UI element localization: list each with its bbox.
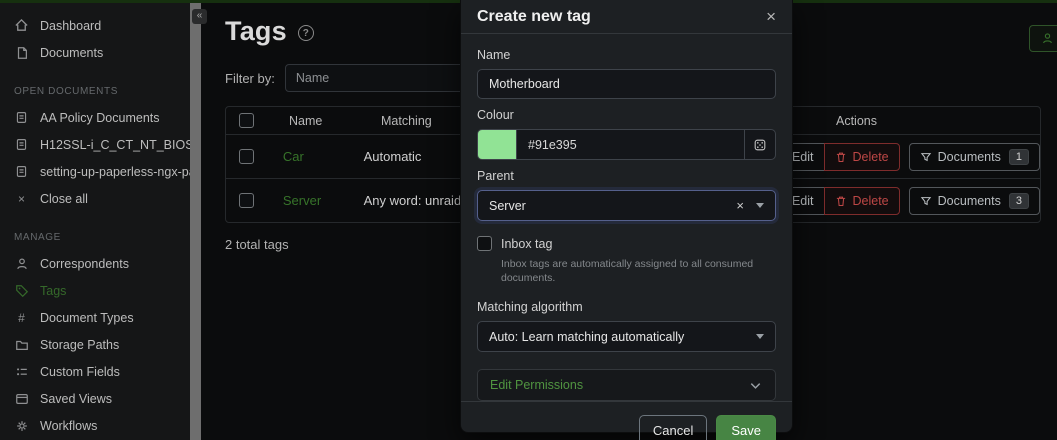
inbox-tag-hint: Inbox tags are automatically assigned to…: [501, 257, 776, 285]
close-all-label: Close all: [40, 192, 88, 206]
clear-icon[interactable]: ×: [736, 198, 744, 213]
matching-algorithm-select[interactable]: Auto: Learn matching automatically: [477, 321, 776, 352]
gear-icon: [14, 418, 29, 433]
colour-hex-input[interactable]: [516, 129, 745, 160]
sidebar-section-manage: MANAGE: [0, 232, 190, 243]
random-colour-dice-icon[interactable]: [745, 129, 776, 160]
colour-label: Colour: [477, 108, 776, 122]
sidebar-item-custom-fields[interactable]: Custom Fields: [0, 358, 190, 385]
inbox-tag-checkbox[interactable]: [477, 236, 492, 251]
list-dots-icon: [14, 364, 29, 379]
edit-permissions-label: Edit Permissions: [490, 378, 583, 392]
document-count-badge: 3: [1009, 193, 1029, 209]
sidebar-open-doc-1[interactable]: AA Policy Documents: [0, 104, 190, 131]
parent-select[interactable]: Server ×: [477, 190, 776, 221]
save-button[interactable]: Save: [716, 415, 776, 440]
cancel-button[interactable]: Cancel: [639, 415, 707, 440]
tag-name-link[interactable]: Car: [283, 149, 304, 164]
chevron-down-icon: [756, 203, 764, 208]
close-icon[interactable]: ×: [766, 8, 776, 25]
sidebar-item-documents[interactable]: Documents: [0, 39, 190, 66]
document-text-icon: [14, 164, 29, 179]
parent-label: Parent: [477, 169, 776, 183]
home-icon: [14, 18, 29, 33]
sidebar-item-label: Dashboard: [40, 19, 101, 33]
column-header-actions: Actions: [836, 114, 1040, 128]
sidebar-section-open-documents: OPEN DOCUMENTS: [0, 86, 190, 97]
window-icon: [14, 391, 29, 406]
tag-name-input[interactable]: [477, 69, 776, 99]
sidebar-item-document-types[interactable]: # Document Types: [0, 304, 190, 331]
inbox-tag-label: Inbox tag: [501, 237, 552, 251]
sidebar-open-doc-2[interactable]: H12SSL-i_C_CT_NT_BIOS_3.3_rele...: [0, 131, 190, 158]
delete-button[interactable]: Delete: [824, 143, 900, 171]
sidebar-item-storage-paths[interactable]: Storage Paths: [0, 331, 190, 358]
file-icon: [14, 45, 29, 60]
colour-swatch: [477, 129, 516, 160]
open-doc-label: setting-up-paperless-ngx-part-one: [40, 165, 190, 179]
sidebar-item-label: Storage Paths: [40, 338, 119, 352]
sidebar-item-correspondents[interactable]: Correspondents: [0, 250, 190, 277]
modal-title: Create new tag: [477, 8, 591, 26]
sidebar-item-dashboard[interactable]: Dashboard: [0, 12, 190, 39]
help-icon[interactable]: ?: [298, 25, 314, 41]
sidebar-item-saved-views[interactable]: Saved Views: [0, 385, 190, 412]
modal-footer: Cancel Save: [461, 401, 792, 440]
document-count-badge: 1: [1009, 149, 1029, 165]
column-header-name: Name: [289, 114, 381, 128]
folder-icon: [14, 337, 29, 352]
sidebar-item-label: Custom Fields: [40, 365, 120, 379]
sidebar-collapse-button[interactable]: «: [192, 9, 207, 24]
open-doc-label: H12SSL-i_C_CT_NT_BIOS_3.3_rele...: [40, 138, 190, 152]
create-tag-modal: Create new tag × Name Colour Parent Serv…: [460, 0, 793, 433]
sidebar: Dashboard Documents OPEN DOCUMENTS AA Po…: [0, 3, 190, 440]
person-icon: [14, 256, 29, 271]
sidebar-item-workflows[interactable]: Workflows: [0, 412, 190, 439]
matching-algorithm-label: Matching algorithm: [477, 300, 776, 314]
select-all-checkbox[interactable]: [239, 113, 254, 128]
tag-name-link[interactable]: Server: [283, 193, 321, 208]
delete-button[interactable]: Delete: [824, 187, 900, 215]
modal-header: Create new tag ×: [461, 0, 792, 34]
filter-label: Filter by:: [225, 71, 275, 86]
sidebar-item-label: Saved Views: [40, 392, 112, 406]
funnel-icon: [920, 195, 932, 207]
close-icon: ×: [14, 191, 29, 206]
trash-icon: [835, 195, 847, 207]
modal-body: Name Colour Parent Server × Inbox tag In…: [461, 34, 792, 401]
open-doc-label: AA Policy Documents: [40, 111, 160, 125]
edit-permissions-accordion[interactable]: Edit Permissions: [477, 369, 776, 401]
permissions-button[interactable]: Permissions: [1029, 25, 1057, 52]
matching-selected-value: Auto: Learn matching automatically: [489, 330, 756, 344]
sidebar-item-label: Tags: [40, 284, 66, 298]
row-checkbox[interactable]: [239, 149, 254, 164]
sidebar-item-label: Documents: [40, 46, 103, 60]
chevron-down-icon: [748, 378, 763, 393]
tag-icon: [14, 283, 29, 298]
page-title: Tags: [225, 16, 287, 47]
documents-button[interactable]: Documents 3: [909, 187, 1040, 215]
hash-icon: #: [14, 310, 29, 325]
funnel-icon: [920, 151, 932, 163]
documents-button[interactable]: Documents 1: [909, 143, 1040, 171]
document-text-icon: [14, 137, 29, 152]
sidebar-item-label: Correspondents: [40, 257, 129, 271]
name-label: Name: [477, 48, 776, 62]
parent-selected-value: Server: [489, 199, 736, 213]
document-text-icon: [14, 110, 29, 125]
sidebar-item-tags[interactable]: Tags: [0, 277, 190, 304]
sidebar-open-doc-3[interactable]: setting-up-paperless-ngx-part-one: [0, 158, 190, 185]
sidebar-item-label: Workflows: [40, 419, 97, 433]
chevron-down-icon: [756, 334, 764, 339]
sidebar-splitter[interactable]: [190, 3, 201, 440]
person-icon: [1041, 32, 1054, 45]
trash-icon: [835, 151, 847, 163]
sidebar-close-all[interactable]: × Close all: [0, 185, 190, 212]
sidebar-item-label: Document Types: [40, 311, 134, 325]
row-checkbox[interactable]: [239, 193, 254, 208]
